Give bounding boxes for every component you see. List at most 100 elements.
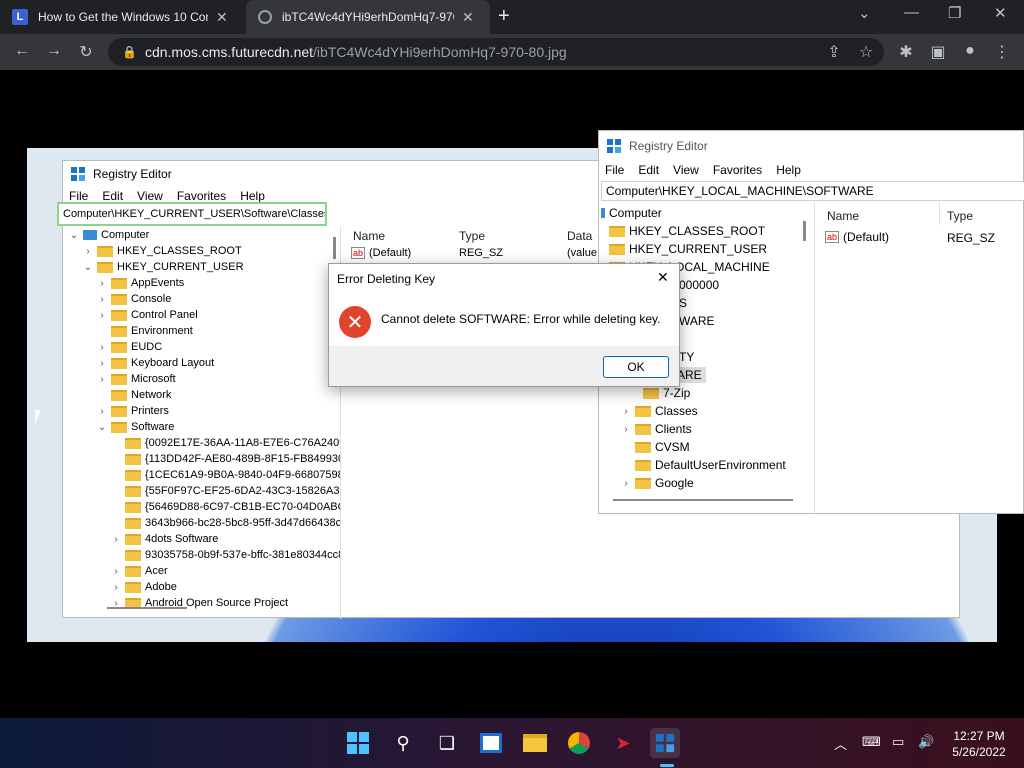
tree-scrollbar[interactable] bbox=[333, 237, 336, 259]
volume-icon[interactable]: 🔊 bbox=[918, 734, 934, 750]
tree-hscrollbar[interactable] bbox=[613, 499, 793, 501]
minimize-icon[interactable]: — bbox=[904, 4, 919, 21]
tree-item[interactable]: {56469D88-6C97-CB1B-EC70-04D0ABC9 bbox=[111, 499, 340, 515]
search-icon[interactable]: ⚲ bbox=[388, 728, 418, 758]
menu-edit[interactable]: Edit bbox=[638, 163, 659, 177]
windows-start-icon[interactable] bbox=[343, 728, 373, 758]
forward-icon[interactable]: → bbox=[44, 42, 64, 60]
address-field[interactable]: Computer\HKEY_LOCAL_MACHINE\SOFTWARE bbox=[601, 181, 1024, 201]
close-window-icon[interactable]: ✕ bbox=[994, 4, 1007, 22]
file-explorer-icon[interactable] bbox=[520, 728, 550, 758]
keyboard-icon[interactable]: ⌨ bbox=[862, 734, 881, 750]
tree-item[interactable]: › Microsoft bbox=[97, 371, 175, 387]
tree-item[interactable]: 000000 bbox=[679, 277, 719, 293]
tree-item[interactable]: › Clients bbox=[621, 421, 691, 437]
address-bar[interactable]: 🔒 cdn.mos.cms.futurecdn.net/ibTC4Wc4dYHi… bbox=[108, 38, 884, 66]
tree-item[interactable]: CVSM bbox=[621, 439, 690, 455]
column-data[interactable]: Data bbox=[567, 229, 592, 243]
tree-item[interactable]: {113DD42F-AE80-489B-8F15-FB8499306 bbox=[111, 451, 340, 467]
back-icon[interactable]: ← bbox=[12, 42, 32, 60]
folder-icon bbox=[635, 441, 651, 453]
value-row[interactable]: ab (Default) bbox=[351, 245, 411, 261]
menu-file[interactable]: File bbox=[69, 189, 88, 203]
folder-icon bbox=[125, 581, 141, 593]
tree-item[interactable]: › Adobe bbox=[111, 579, 176, 595]
tree-item[interactable]: HKEY_CURRENT_USER bbox=[605, 241, 767, 257]
tree-item[interactable]: WARE bbox=[679, 313, 715, 329]
tree-item[interactable]: {0092E17E-36AA-11A8-E7E6-C76A24098 bbox=[111, 435, 340, 451]
tree-item[interactable]: 3643b966-bc28-5bc8-95ff-3d47d66438c bbox=[111, 515, 340, 531]
column-type[interactable]: Type bbox=[947, 209, 973, 223]
chevron-up-icon[interactable]: ︿ bbox=[834, 734, 847, 753]
folder-icon bbox=[635, 423, 651, 435]
sidepanel-icon[interactable]: ▣ bbox=[928, 42, 948, 62]
restore-icon[interactable]: ❐ bbox=[948, 4, 961, 22]
column-name[interactable]: Name bbox=[353, 229, 385, 243]
tree-scrollbar[interactable] bbox=[803, 221, 806, 241]
clock[interactable]: 12:27 PM 5/26/2022 bbox=[944, 728, 1014, 760]
tree-item[interactable]: › Printers bbox=[97, 403, 169, 419]
close-icon[interactable]: ✕ bbox=[462, 9, 474, 26]
tree-item[interactable]: {55F0F97C-EF25-6DA2-43C3-15826A32A bbox=[111, 483, 340, 499]
tree-item-computer[interactable]: Computer bbox=[601, 205, 662, 221]
tree-item[interactable]: › Acer bbox=[111, 563, 167, 579]
menu-help[interactable]: Help bbox=[240, 189, 265, 203]
tree-item[interactable]: › Control Panel bbox=[97, 307, 197, 323]
tab-search-icon[interactable]: ⌄ bbox=[858, 4, 871, 22]
tree-item[interactable]: DefaultUserEnvironment bbox=[621, 457, 786, 473]
tree-item[interactable]: › Keyboard Layout bbox=[97, 355, 214, 371]
star-icon[interactable]: ☆ bbox=[856, 42, 876, 62]
tree-hscrollbar[interactable] bbox=[107, 607, 187, 609]
tree-item[interactable]: › HKEY_CLASSES_ROOT bbox=[83, 243, 241, 259]
network-icon[interactable]: ▭ bbox=[892, 734, 904, 750]
close-icon[interactable]: ✕ bbox=[657, 269, 669, 286]
value-row[interactable]: ab (Default) bbox=[825, 229, 889, 245]
browser-tab-image[interactable]: ibTC4Wc4dYHi9erhDomHq7-970-80.jpg ✕ bbox=[246, 0, 490, 34]
tree-item[interactable]: {1CEC61A9-9B0A-9840-04F9-66807598E bbox=[111, 467, 340, 483]
share-icon[interactable]: ⇪ bbox=[824, 42, 844, 62]
menu-file[interactable]: File bbox=[605, 163, 624, 177]
menu-favorites[interactable]: Favorites bbox=[177, 189, 226, 203]
menu-help[interactable]: Help bbox=[776, 163, 801, 177]
tree-item[interactable]: › Classes bbox=[621, 403, 697, 419]
tree-item[interactable]: › Console bbox=[97, 291, 171, 307]
folder-icon bbox=[97, 245, 113, 257]
menu-favorites[interactable]: Favorites bbox=[713, 163, 762, 177]
menu-icon[interactable]: ⋮ bbox=[992, 42, 1012, 62]
tree-item[interactable]: Network bbox=[97, 387, 171, 403]
ok-button[interactable]: OK bbox=[603, 356, 669, 378]
globe-icon bbox=[258, 10, 272, 24]
profile-icon[interactable]: ● bbox=[960, 42, 980, 60]
tree-item[interactable]: ⌄ HKEY_CURRENT_USER bbox=[83, 259, 244, 275]
address-field[interactable]: Computer\HKEY_CURRENT_USER\Software\Clas… bbox=[57, 202, 327, 226]
tree-item[interactable]: › EUDC bbox=[97, 339, 162, 355]
app-icon[interactable]: ➤ bbox=[608, 728, 638, 758]
tree-item[interactable]: Environment bbox=[97, 323, 193, 339]
chrome-icon[interactable] bbox=[564, 728, 594, 758]
column-divider[interactable] bbox=[939, 203, 940, 225]
tree-item-computer[interactable]: ⌄ Computer bbox=[69, 227, 150, 243]
column-type[interactable]: Type bbox=[459, 229, 485, 243]
tree-item[interactable]: ⌄ Software bbox=[97, 419, 175, 435]
tree-item[interactable]: › Google bbox=[621, 475, 693, 491]
tree-item[interactable]: › AppEvents bbox=[97, 275, 184, 291]
browser-tab-article[interactable]: L How to Get the Windows 10 Context Menu… bbox=[0, 0, 246, 34]
menu-view[interactable]: View bbox=[673, 163, 699, 177]
menu-edit[interactable]: Edit bbox=[102, 189, 123, 203]
task-view-icon[interactable]: ❏ bbox=[432, 728, 462, 758]
regedit-icon[interactable] bbox=[650, 728, 680, 758]
tree-item[interactable]: 93035758-0b9f-537e-bffc-381e80344cc8 bbox=[111, 547, 340, 563]
tree-item[interactable]: S bbox=[679, 295, 687, 311]
tree-item-selected[interactable]: ARE bbox=[677, 367, 706, 383]
close-icon[interactable]: ✕ bbox=[216, 9, 228, 26]
tree-item[interactable]: 7-Zip bbox=[629, 385, 690, 401]
tree-item[interactable]: › 4dots Software bbox=[111, 531, 218, 547]
column-name[interactable]: Name bbox=[827, 209, 859, 223]
extensions-icon[interactable]: ✱ bbox=[896, 42, 916, 62]
reload-icon[interactable]: ↻ bbox=[76, 42, 96, 62]
tree-item[interactable]: TY bbox=[679, 349, 694, 365]
tree-item[interactable]: HKEY_CLASSES_ROOT bbox=[605, 223, 765, 239]
new-tab-button[interactable]: + bbox=[498, 5, 510, 28]
widgets-icon[interactable] bbox=[476, 728, 506, 758]
menu-view[interactable]: View bbox=[137, 189, 163, 203]
